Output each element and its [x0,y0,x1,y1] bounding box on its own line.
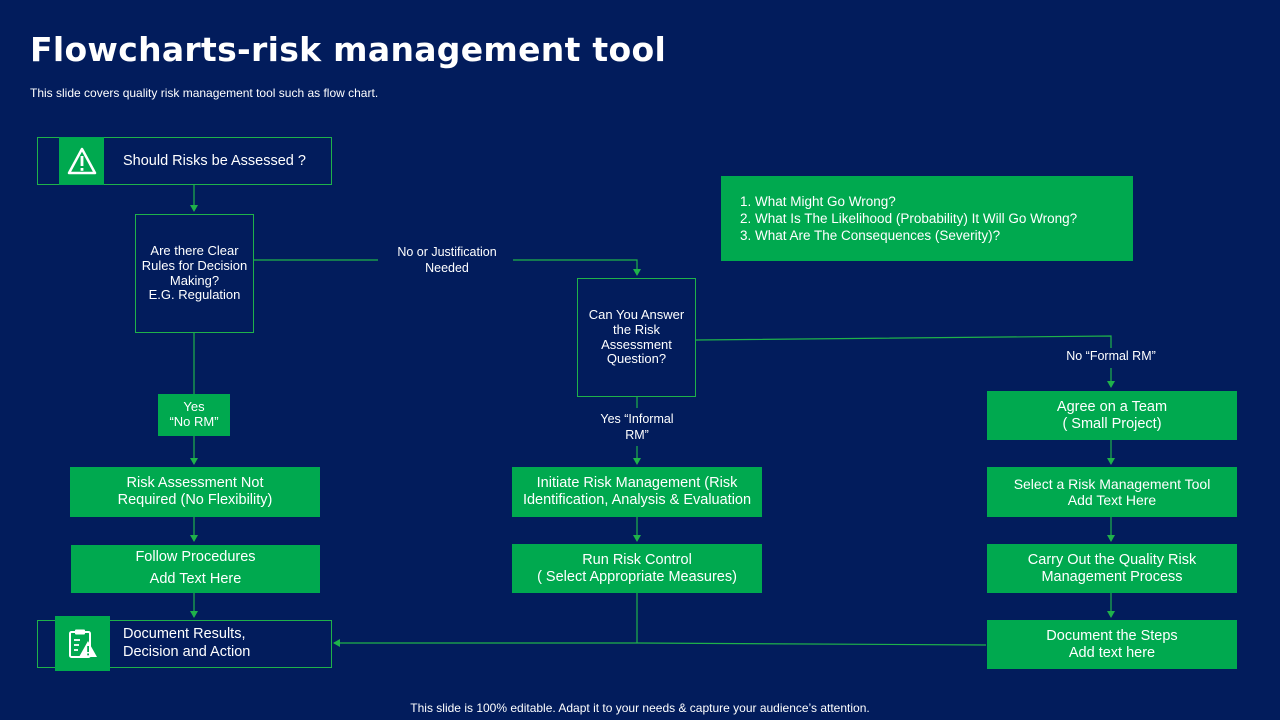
no-formal-label: No “Formal RM” [1066,349,1156,363]
rules-question-box: Are there Clear Rules for Decision Makin… [135,214,254,333]
clipboard-warning-icon [55,616,110,671]
initiate-risk-box: Initiate Risk Management (Risk Identific… [512,467,762,517]
warning-icon [59,137,104,185]
start-box-text: Should Risks be Assessed ? [123,153,306,169]
select-tool-box: Select a Risk Management Tool Add Text H… [987,467,1237,517]
arrow-label-to-answer [513,259,641,276]
answer-question-box: Can You Answer the Risk Assessment Quest… [577,278,696,397]
run-risk-control-box: Run Risk Control ( Select Appropriate Me… [512,544,762,593]
document-steps-box: Document the Steps Add text here [987,620,1237,669]
yes-informal-label: Yes “Informal RM” [600,412,674,443]
agree-team-box: Agree on a Team ( Small Project) [987,391,1237,440]
question-item: What Is The Likelihood (Probability) It … [755,211,1133,228]
page-footer: This slide is 100% editable. Adapt it to… [410,701,870,715]
no-justification-label: No or Justification Needed [397,245,497,276]
line-answer-to-formal [695,335,1112,348]
follow-procedures-box: Follow Procedures Add Text Here [71,545,320,593]
risk-not-required-box: Risk Assessment Not Required (No Flexibi… [70,467,320,517]
yes-no-rm-box: Yes “No RM” [158,394,230,436]
carry-out-box: Carry Out the Quality Risk Management Pr… [987,544,1237,593]
assessment-questions-box: What Might Go Wrong? What Is The Likelih… [721,176,1133,261]
question-item: What Are The Consequences (Severity)? [755,228,1133,245]
arrow-steps-to-results [333,639,987,647]
question-item: What Might Go Wrong? [755,194,1133,211]
document-results-text: Document Results, Decision and Action [123,626,251,661]
